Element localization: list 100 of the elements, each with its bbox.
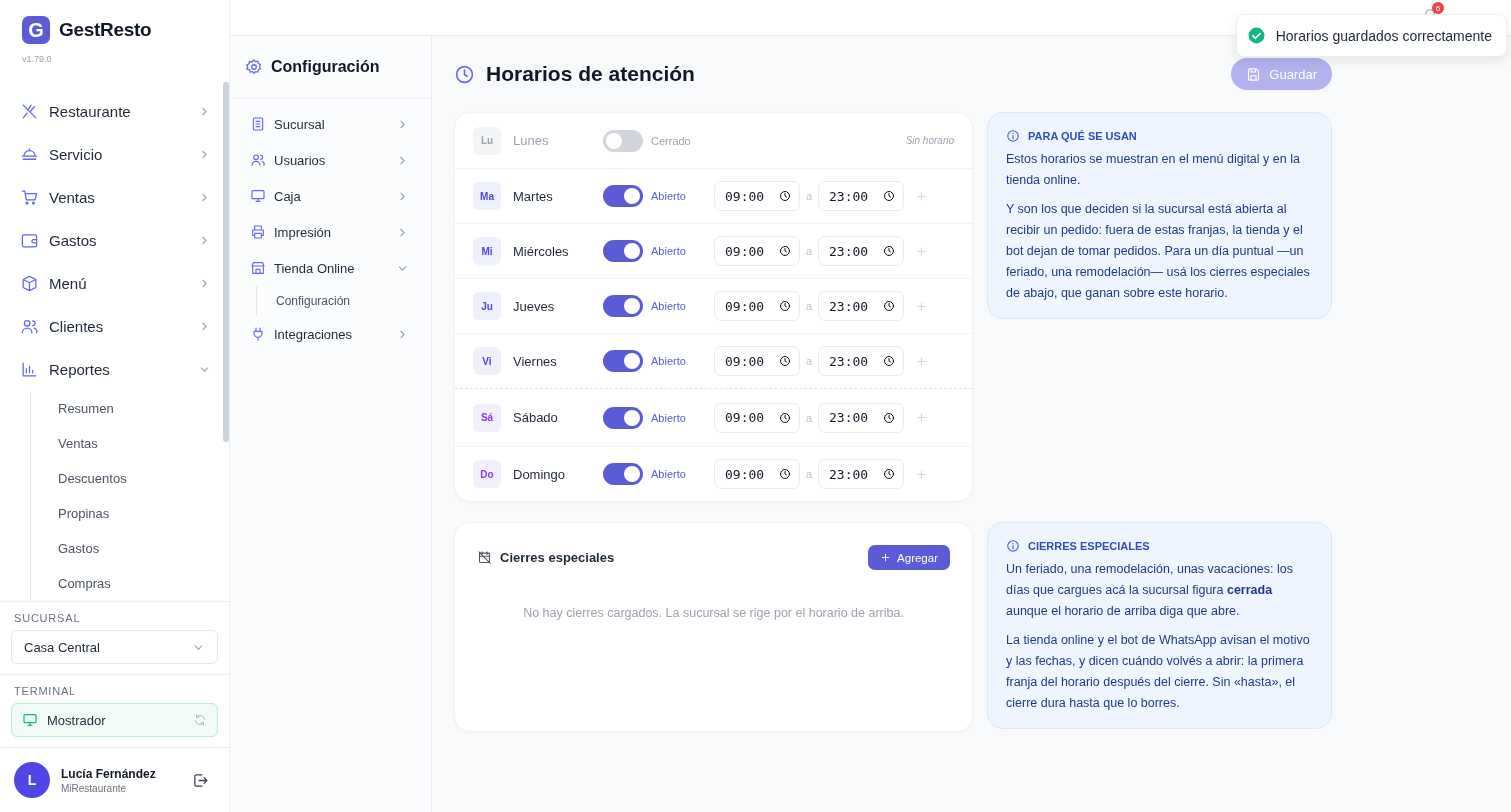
day-name: Martes — [513, 188, 554, 204]
avatar: L — [14, 762, 50, 798]
time-field[interactable]: 09:00 — [714, 236, 800, 266]
sidebar-subitem[interactable]: Compras — [58, 566, 211, 601]
settings-nav-item[interactable]: Integraciones — [250, 316, 409, 352]
printer-icon — [250, 224, 266, 240]
card-title: Cierres especiales — [500, 550, 616, 565]
cart-icon — [20, 188, 39, 207]
logout-icon[interactable] — [192, 771, 209, 789]
settings-nav-subitem[interactable]: Configuración — [276, 286, 409, 316]
day-name: Sábado — [513, 410, 559, 425]
day-name: Viernes — [513, 353, 558, 369]
status-label: Abierto — [651, 300, 687, 312]
clock-icon — [883, 190, 895, 202]
info-icon — [1006, 539, 1020, 553]
empty-state-text: No hay cierres cargados. La sucursal se rige por el horario de arriba. — [522, 606, 905, 620]
day-name: Miércoles — [513, 243, 570, 259]
time-field[interactable]: 09:00 — [714, 346, 800, 376]
no-schedule-label: Sin horario — [905, 135, 954, 146]
status-label: Cerrado — [651, 134, 692, 147]
open-toggle[interactable] — [603, 350, 643, 372]
section-label: SUCURSAL — [13, 612, 82, 624]
settings-nav-item[interactable]: Caja — [250, 178, 409, 214]
sidebar-item[interactable]: Clientes — [20, 305, 211, 348]
users-icon — [20, 317, 39, 336]
page-title: Horarios de atención — [486, 62, 696, 86]
settings-nav-item[interactable]: Impresión — [250, 214, 409, 250]
day-badge: Mi — [473, 237, 501, 265]
clock-icon — [883, 245, 895, 257]
sidebar-item[interactable]: Gastos — [20, 219, 211, 262]
wallet-icon — [20, 231, 39, 250]
settings-icon — [245, 58, 263, 76]
add-icon[interactable] — [915, 299, 928, 313]
time-field[interactable]: 23:00 — [818, 346, 904, 376]
clock-icon — [883, 355, 895, 367]
sidebar-item[interactable]: Menú — [20, 262, 211, 305]
status-label: Abierto — [651, 245, 687, 257]
clock-icon — [779, 468, 791, 480]
clock-icon — [454, 63, 475, 85]
info-icon — [1006, 129, 1020, 143]
add-button[interactable]: Agregar — [868, 545, 950, 570]
settings-nav-item[interactable]: Usuarios — [250, 142, 409, 178]
sidebar-subitem[interactable]: Resumen — [58, 391, 211, 426]
range-separator: a — [804, 245, 814, 257]
settings-nav-item[interactable]: Tienda Online — [250, 250, 409, 286]
time-field[interactable]: 23:00 — [818, 402, 904, 433]
time-field[interactable]: 23:00 — [818, 236, 904, 266]
sidebar-subitem[interactable]: Ventas — [58, 426, 211, 461]
user-organization: MiRestaurante — [61, 782, 128, 794]
version-label: v1.79.0 — [22, 54, 53, 64]
add-icon[interactable] — [915, 189, 928, 203]
section-label: TERMINAL — [13, 685, 78, 697]
building-icon — [250, 116, 266, 132]
time-field[interactable]: 09:00 — [714, 291, 800, 321]
clock-icon — [779, 300, 791, 312]
toast-message: Horarios guardados correctamente — [1275, 27, 1492, 44]
clock-icon — [779, 245, 791, 257]
sidebar-item[interactable]: Servicio — [20, 133, 211, 176]
box-icon — [20, 274, 39, 293]
info-title: CIERRES ESPECIALES — [1028, 540, 1150, 552]
time-field[interactable]: 23:00 — [818, 291, 904, 321]
sidebar-item[interactable]: Ventas — [20, 176, 211, 219]
chart-icon — [20, 360, 39, 379]
open-toggle[interactable] — [603, 406, 643, 429]
info-paragraph: Y son los que deciden si la sucursal está abierta al recibir un pedido: fuera de estas franjas, la tienda y el bot dejan de tomar pedidos. Para un día puntual —un feriado, una remodelación— usá los cierres especiales de abajo, que ganan sobre este horario. — [1006, 201, 1311, 302]
branch-select[interactable]: Casa Central — [11, 630, 218, 664]
add-icon[interactable] — [915, 411, 928, 424]
time-field[interactable]: 09:00 — [714, 181, 800, 211]
save-icon — [1246, 66, 1262, 82]
open-toggle[interactable] — [603, 295, 643, 317]
day-badge: Vi — [473, 347, 501, 375]
sidebar-item[interactable]: Reportes — [20, 348, 211, 391]
range-separator: a — [804, 300, 814, 312]
settings-nav-item[interactable]: Sucursal — [250, 106, 409, 142]
logo-icon: G — [22, 16, 50, 44]
clock-icon — [883, 411, 895, 424]
calendar-off-icon — [477, 550, 492, 565]
info-paragraph: La tienda online y el bot de WhatsApp avisan el motivo y las fechas, y dicen cuándo volvés a abrir: la primera franja del horario después del cierre. Sin «hasta», el cierre dura hasta que lo borres. — [1006, 632, 1311, 712]
status-label: Abierto — [651, 190, 687, 202]
open-toggle[interactable] — [603, 240, 643, 262]
time-field[interactable]: 23:00 — [818, 459, 904, 489]
terminal-select[interactable]: Mostrador — [11, 703, 218, 737]
time-field[interactable]: 23:00 — [818, 181, 904, 211]
open-toggle[interactable] — [603, 185, 643, 207]
open-toggle[interactable] — [603, 129, 643, 152]
open-toggle[interactable] — [603, 463, 643, 485]
sidebar-subitem[interactable]: Propinas — [58, 496, 211, 531]
users-icon — [250, 152, 266, 168]
sidebar-item[interactable]: Restaurante — [20, 90, 211, 133]
clock-icon — [883, 300, 895, 312]
day-name: Domingo — [513, 466, 567, 482]
time-field[interactable]: 09:00 — [714, 402, 800, 433]
sidebar-subitem[interactable]: Gastos — [58, 531, 211, 566]
sidebar-subitem[interactable]: Descuentos — [58, 461, 211, 496]
add-icon[interactable] — [915, 244, 928, 258]
time-field[interactable]: 09:00 — [714, 459, 800, 489]
add-icon[interactable] — [915, 354, 928, 368]
add-icon[interactable] — [915, 467, 928, 481]
range-separator: a — [804, 355, 814, 367]
refresh-icon[interactable] — [193, 713, 207, 727]
